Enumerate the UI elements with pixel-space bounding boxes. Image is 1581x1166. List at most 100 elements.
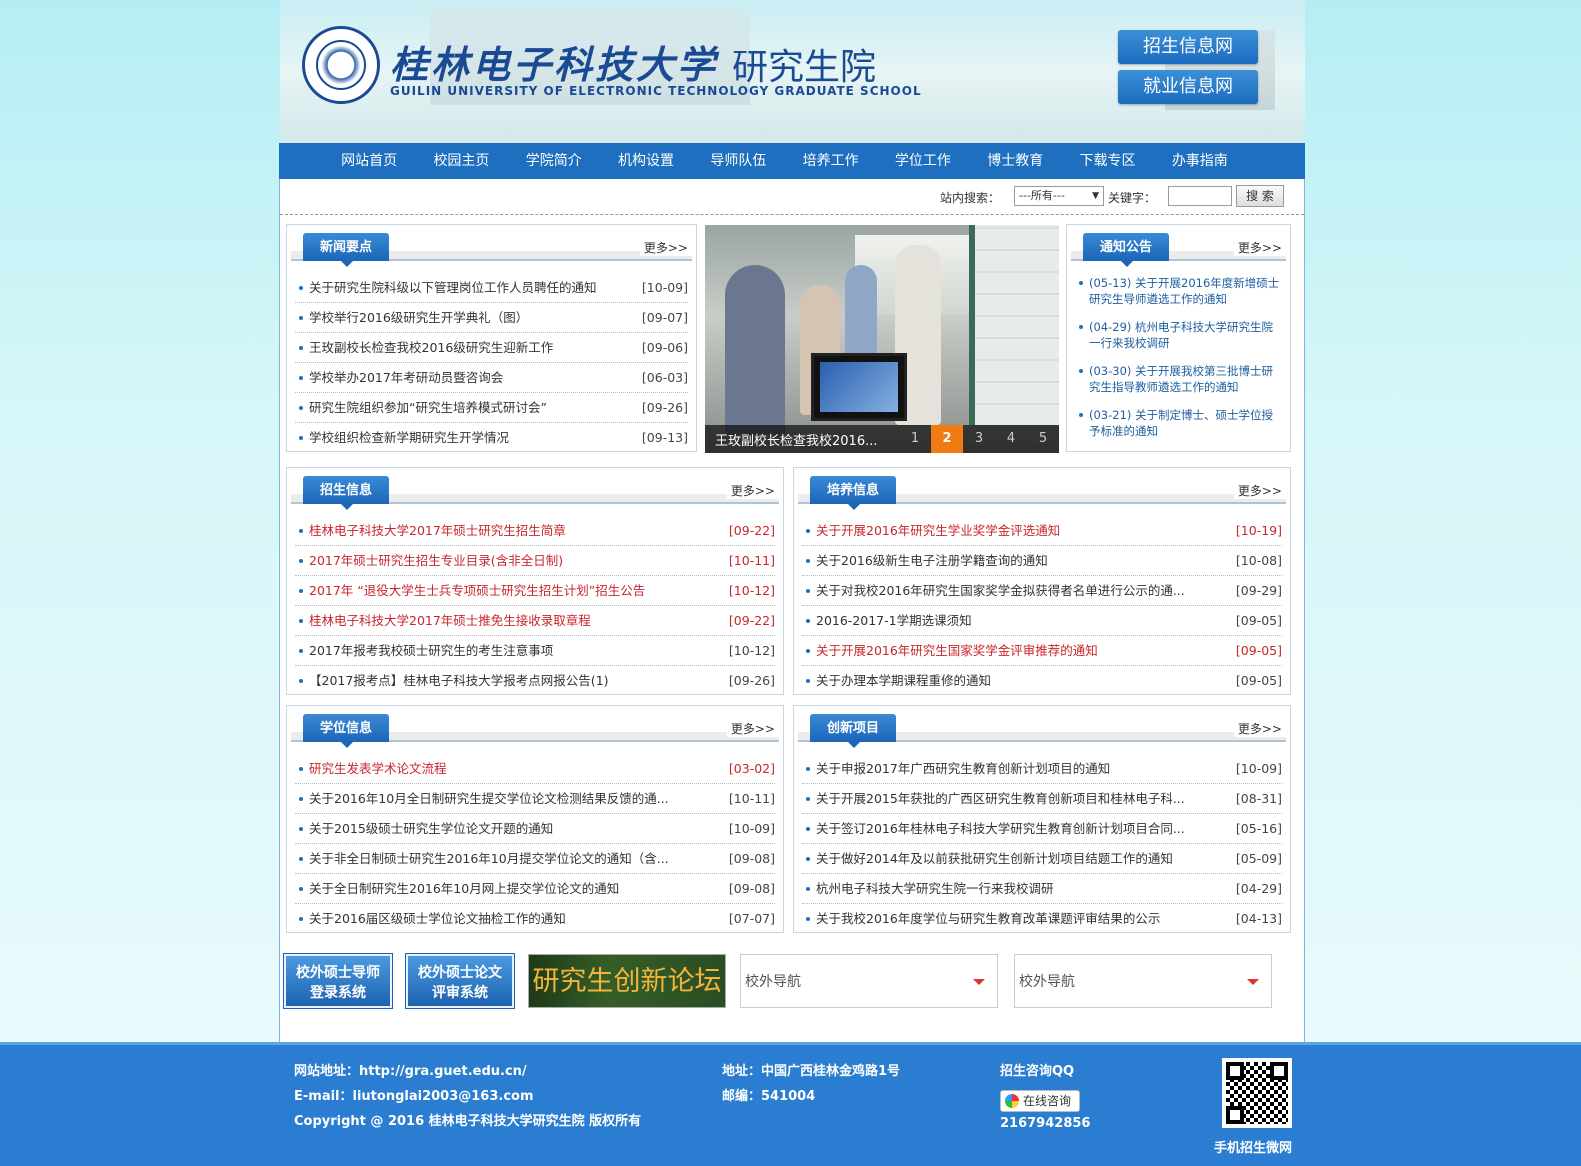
degree-item[interactable]: 关于非全日制硕士研究生2016年10月提交学位论文的通知（含... [09-08] bbox=[295, 844, 775, 874]
qq-consult-button[interactable]: 在线咨询 bbox=[1000, 1090, 1080, 1112]
innovation-item[interactable]: 杭州电子科技大学研究生院一行来我校调研 [04-29] bbox=[802, 874, 1282, 904]
item-title[interactable]: 关于开展2015年获批的广西区研究生教育创新项目和桂林电子科... bbox=[816, 784, 1282, 813]
school-name-cn[interactable]: 桂林电子科技大学 bbox=[390, 34, 718, 89]
notice-more-link[interactable]: 更多>> bbox=[1233, 239, 1286, 256]
admission-item[interactable]: 【2017报考点】桂林电子科技大学报考点网报公告(1) [09-26] bbox=[295, 666, 775, 696]
training-more-link[interactable]: 更多>> bbox=[1233, 482, 1286, 499]
item-title[interactable]: 学校举行2016级研究生开学典礼（图） bbox=[309, 303, 688, 332]
degree-item[interactable]: 研究生发表学术论文流程 [03-02] bbox=[295, 754, 775, 784]
item-title[interactable]: 桂林电子科技大学2017年硕士推免生接收录取章程 bbox=[309, 606, 775, 635]
slide-page-3[interactable]: 3 bbox=[963, 425, 995, 453]
tutor-login-button[interactable]: 校外硕士导师 登录系统 bbox=[283, 953, 393, 1009]
degree-item[interactable]: 关于全日制研究生2016年10月网上提交学位论文的通知 [09-08] bbox=[295, 874, 775, 904]
item-title[interactable]: 关于2016级新生电子注册学籍查询的通知 bbox=[816, 546, 1282, 575]
innovation-item[interactable]: 关于申报2017年广西研究生教育创新计划项目的通知 [10-09] bbox=[802, 754, 1282, 784]
training-item[interactable]: 关于2016级新生电子注册学籍查询的通知 [10-08] bbox=[802, 546, 1282, 576]
degree-item[interactable]: 关于2016届区级硕士学位论文抽检工作的通知 [07-07] bbox=[295, 904, 775, 934]
training-item[interactable]: 关于开展2016年研究生国家奖学金评审推荐的通知 [09-05] bbox=[802, 636, 1282, 666]
item-title[interactable]: 学校举办2017年考研动员暨咨询会 bbox=[309, 363, 688, 392]
item-title[interactable]: 【2017报考点】桂林电子科技大学报考点网报公告(1) bbox=[309, 666, 775, 695]
training-item[interactable]: 关于对我校2016年研究生国家奖学金拟获得者名单进行公示的通... [09-29] bbox=[802, 576, 1282, 606]
notice-item[interactable]: (05-13) 关于开展2016年度新增硕士研究生导师遴选工作的通知 bbox=[1077, 275, 1282, 307]
admission-more-link[interactable]: 更多>> bbox=[726, 482, 779, 499]
slide-caption[interactable]: 王玫副校长检查我校2016... bbox=[715, 430, 877, 449]
item-title[interactable]: 2017年 “退役大学生士兵专项硕士研究生招生计划”招生公告 bbox=[309, 576, 775, 605]
slide-page-2[interactable]: 2 bbox=[931, 425, 963, 453]
nav-training[interactable]: 培养工作 bbox=[784, 143, 876, 179]
item-title[interactable]: 2017年硕士研究生招生专业目录(含非全日制) bbox=[309, 546, 775, 575]
admission-item[interactable]: 桂林电子科技大学2017年硕士研究生招生简章 [09-22] bbox=[295, 516, 775, 546]
admission-site-button[interactable]: 招生信息网 bbox=[1118, 30, 1258, 64]
search-scope-select[interactable]: ---所有--- ▼ bbox=[1014, 186, 1104, 206]
item-title[interactable]: 关于2016届区级硕士学位论文抽检工作的通知 bbox=[309, 904, 775, 933]
item-title[interactable]: 关于申报2017年广西研究生教育创新计划项目的通知 bbox=[816, 754, 1282, 783]
notice-item[interactable]: (03-30) 关于开展我校第三批博士研究生指导教师遴选工作的通知 bbox=[1077, 363, 1282, 395]
nav-home[interactable]: 网站首页 bbox=[323, 143, 415, 179]
item-title[interactable]: 关于全日制研究生2016年10月网上提交学位论文的通知 bbox=[309, 874, 775, 903]
slide-page-5[interactable]: 5 bbox=[1027, 425, 1059, 453]
admission-item[interactable]: 桂林电子科技大学2017年硕士推免生接收录取章程 [09-22] bbox=[295, 606, 775, 636]
slide-page-4[interactable]: 4 bbox=[995, 425, 1027, 453]
photo-slideshow[interactable]: 王玫副校长检查我校2016... 1 2 3 4 5 bbox=[705, 225, 1059, 453]
university-seal-icon[interactable] bbox=[302, 26, 380, 104]
keyword-input[interactable] bbox=[1168, 186, 1232, 206]
nav-downloads[interactable]: 下载专区 bbox=[1061, 143, 1153, 179]
news-item[interactable]: 学校举办2017年考研动员暨咨询会 [06-03] bbox=[295, 363, 688, 393]
item-title[interactable]: 关于非全日制硕士研究生2016年10月提交学位论文的通知（含... bbox=[309, 844, 775, 873]
admission-item[interactable]: 2017年报考我校硕士研究生的考生注意事项 [10-12] bbox=[295, 636, 775, 666]
degree-item[interactable]: 关于2016年10月全日制研究生提交学位论文检测结果反馈的通... [10-11] bbox=[295, 784, 775, 814]
item-title[interactable]: 杭州电子科技大学研究生院一行来我校调研 bbox=[816, 874, 1282, 903]
nav-doctoral[interactable]: 博士教育 bbox=[969, 143, 1061, 179]
external-nav-select-2[interactable]: 校外导航 bbox=[1014, 954, 1272, 1008]
training-item[interactable]: 关于办理本学期课程重修的通知 [09-05] bbox=[802, 666, 1282, 696]
nav-org[interactable]: 机构设置 bbox=[600, 143, 692, 179]
thesis-review-button[interactable]: 校外硕士论文 评审系统 bbox=[405, 953, 515, 1009]
item-title[interactable]: 关于研究生院科级以下管理岗位工作人员聘任的通知 bbox=[309, 273, 688, 302]
nav-degree[interactable]: 学位工作 bbox=[877, 143, 969, 179]
item-title[interactable]: 关于办理本学期课程重修的通知 bbox=[816, 666, 1282, 695]
innovation-item[interactable]: 关于我校2016年度学位与研究生教育改革课题评审结果的公示 [04-13] bbox=[802, 904, 1282, 934]
item-title[interactable]: 关于我校2016年度学位与研究生教育改革课题评审结果的公示 bbox=[816, 904, 1282, 933]
external-nav-select-1[interactable]: 校外导航 bbox=[740, 954, 998, 1008]
nav-guide[interactable]: 办事指南 bbox=[1154, 143, 1246, 179]
admission-item[interactable]: 2017年硕士研究生招生专业目录(含非全日制) [10-11] bbox=[295, 546, 775, 576]
notice-item[interactable]: (04-29) 杭州电子科技大学研究生院一行来我校调研 bbox=[1077, 319, 1282, 351]
news-item[interactable]: 学校举行2016级研究生开学典礼（图） [09-07] bbox=[295, 303, 688, 333]
news-item[interactable]: 研究生院组织参加“研究生培养模式研讨会” [09-26] bbox=[295, 393, 688, 423]
footer-email[interactable]: E-mail：liutonglai2003@163.com bbox=[294, 1085, 534, 1104]
notice-item[interactable]: (03-21) 关于制定博士、硕士学位授予标准的通知 bbox=[1077, 407, 1282, 439]
news-item[interactable]: 王玫副校长检查我校2016级研究生迎新工作 [09-06] bbox=[295, 333, 688, 363]
item-title[interactable]: 关于做好2014年及以前获批研究生创新计划项目结题工作的通知 bbox=[816, 844, 1282, 873]
search-button[interactable]: 搜 索 bbox=[1236, 185, 1284, 207]
training-item[interactable]: 关于开展2016年研究生学业奖学金评选通知 [10-19] bbox=[802, 516, 1282, 546]
innovation-item[interactable]: 关于开展2015年获批的广西区研究生教育创新项目和桂林电子科... [08-31] bbox=[802, 784, 1282, 814]
nav-tutors[interactable]: 导师队伍 bbox=[692, 143, 784, 179]
item-title[interactable]: 2017年报考我校硕士研究生的考生注意事项 bbox=[309, 636, 775, 665]
item-title[interactable]: 关于2016年10月全日制研究生提交学位论文检测结果反馈的通... bbox=[309, 784, 775, 813]
employment-site-button[interactable]: 就业信息网 bbox=[1118, 70, 1258, 104]
item-title[interactable]: 王玫副校长检查我校2016级研究生迎新工作 bbox=[309, 333, 688, 362]
innovation-item[interactable]: 关于签订2016年桂林电子科技大学研究生教育创新计划项目合同... [05-16] bbox=[802, 814, 1282, 844]
innovation-more-link[interactable]: 更多>> bbox=[1233, 720, 1286, 737]
item-title[interactable]: 学校组织检查新学期研究生开学情况 bbox=[309, 423, 688, 452]
item-title[interactable]: 关于对我校2016年研究生国家奖学金拟获得者名单进行公示的通... bbox=[816, 576, 1282, 605]
item-title[interactable]: 2016-2017-1学期选课须知 bbox=[816, 606, 1282, 635]
footer-site-url[interactable]: 网站地址：http://gra.guet.edu.cn/ bbox=[294, 1060, 527, 1079]
degree-item[interactable]: 关于2015级硕士研究生学位论文开题的通知 [10-09] bbox=[295, 814, 775, 844]
news-item[interactable]: 关于研究生院科级以下管理岗位工作人员聘任的通知 [10-09] bbox=[295, 273, 688, 303]
item-title[interactable]: 关于签订2016年桂林电子科技大学研究生教育创新计划项目合同... bbox=[816, 814, 1282, 843]
item-title[interactable]: 研究生发表学术论文流程 bbox=[309, 754, 775, 783]
news-item[interactable]: 学校组织检查新学期研究生开学情况 [09-13] bbox=[295, 423, 688, 453]
innovation-forum-banner[interactable]: 研究生创新论坛 bbox=[528, 954, 726, 1008]
admission-item[interactable]: 2017年 “退役大学生士兵专项硕士研究生招生计划”招生公告 [10-12] bbox=[295, 576, 775, 606]
item-title[interactable]: 关于开展2016年研究生国家奖学金评审推荐的通知 bbox=[816, 636, 1282, 665]
news-more-link[interactable]: 更多>> bbox=[639, 239, 692, 256]
item-title[interactable]: 关于2015级硕士研究生学位论文开题的通知 bbox=[309, 814, 775, 843]
degree-more-link[interactable]: 更多>> bbox=[726, 720, 779, 737]
item-title[interactable]: 桂林电子科技大学2017年硕士研究生招生简章 bbox=[309, 516, 775, 545]
item-title[interactable]: 研究生院组织参加“研究生培养模式研讨会” bbox=[309, 393, 688, 422]
slide-page-1[interactable]: 1 bbox=[899, 425, 931, 453]
nav-campus[interactable]: 校园主页 bbox=[415, 143, 507, 179]
item-title[interactable]: 关于开展2016年研究生学业奖学金评选通知 bbox=[816, 516, 1282, 545]
nav-intro[interactable]: 学院简介 bbox=[508, 143, 600, 179]
